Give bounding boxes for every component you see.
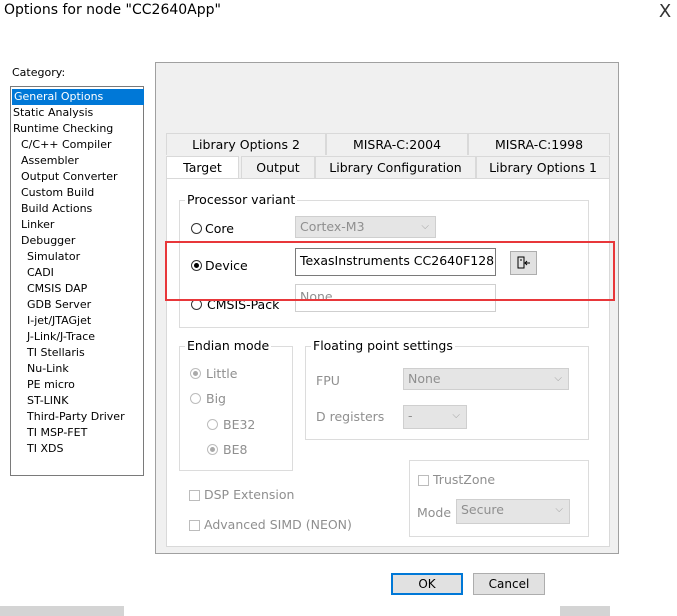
fpu-select-value: None: [408, 371, 441, 386]
category-item[interactable]: Assembler: [11, 153, 79, 169]
category-item[interactable]: Build Actions: [11, 201, 92, 217]
be8-label: BE8: [223, 442, 248, 457]
floating-point-label: Floating point settings: [311, 338, 455, 353]
background-strip: [560, 606, 610, 616]
category-list[interactable]: General Options Static Analysis Runtime Ch…: [10, 86, 144, 476]
be32-label: BE32: [223, 417, 256, 432]
tab-library-options-2[interactable]: Library Options 2: [166, 133, 326, 155]
dsp-extension-checkbox[interactable]: [189, 490, 200, 501]
category-item[interactable]: Static Analysis: [11, 105, 93, 121]
cancel-button[interactable]: Cancel: [473, 573, 545, 595]
category-item[interactable]: GDB Server: [11, 297, 91, 313]
category-item[interactable]: C/C++ Compiler: [11, 137, 112, 153]
category-label: Category:: [12, 66, 66, 79]
chevron-down-icon: ⌵: [555, 504, 563, 515]
tab-misra-c-1998[interactable]: MISRA-C:1998: [468, 133, 610, 155]
category-item[interactable]: TI Stellaris: [11, 345, 85, 361]
category-item[interactable]: Runtime Checking: [11, 121, 113, 137]
mode-label: Mode: [417, 505, 452, 520]
d-registers-label: D registers: [316, 409, 385, 424]
core-radio[interactable]: [191, 223, 202, 234]
category-item[interactable]: Custom Build: [11, 185, 94, 201]
category-item[interactable]: General Options: [12, 89, 144, 105]
category-item[interactable]: TI MSP-FET: [11, 425, 87, 441]
category-item[interactable]: CADI: [11, 265, 54, 281]
highlight-box: [165, 241, 615, 301]
little-radio[interactable]: [190, 368, 201, 379]
tab-library-options-1[interactable]: Library Options 1: [476, 156, 610, 178]
category-item[interactable]: TI XDS: [11, 441, 63, 457]
category-item[interactable]: J-Link/J-Trace: [11, 329, 95, 345]
close-icon[interactable]: X: [655, 0, 675, 24]
category-item[interactable]: Linker: [11, 217, 54, 233]
core-label: Core: [205, 221, 234, 236]
tab-output[interactable]: Output: [241, 156, 315, 178]
category-item[interactable]: Nu-Link: [11, 361, 69, 377]
ok-button[interactable]: OK: [391, 573, 463, 595]
trustzone-checkbox[interactable]: [418, 475, 429, 486]
mode-select-value: Secure: [461, 502, 504, 517]
category-item[interactable]: I-jet/JTAGjet: [11, 313, 91, 329]
category-item[interactable]: Debugger: [11, 233, 75, 249]
endian-mode-label: Endian mode: [185, 338, 272, 353]
background-strip: [0, 606, 124, 616]
d-registers-select[interactable]: - ⌵: [403, 405, 467, 429]
category-item[interactable]: Output Converter: [11, 169, 118, 185]
big-label: Big: [206, 391, 226, 406]
trustzone-label: TrustZone: [433, 472, 496, 487]
category-item[interactable]: PE micro: [11, 377, 75, 393]
core-select[interactable]: Cortex-M3 ⌵: [295, 216, 436, 238]
processor-variant-label: Processor variant: [185, 192, 298, 207]
core-select-value: Cortex-M3: [300, 219, 365, 234]
be32-radio[interactable]: [207, 419, 218, 430]
chevron-down-icon: ⌵: [421, 221, 429, 232]
d-registers-select-value: -: [408, 408, 413, 423]
category-item[interactable]: ST-LINK: [11, 393, 68, 409]
advanced-simd-label: Advanced SIMD (NEON): [204, 517, 352, 532]
category-item[interactable]: Simulator: [11, 249, 80, 265]
tab-library-configuration[interactable]: Library Configuration: [315, 156, 476, 178]
big-radio[interactable]: [190, 393, 201, 404]
window-title: Options for node "CC2640App": [4, 2, 221, 18]
category-item[interactable]: Third-Party Driver: [11, 409, 125, 425]
be8-radio[interactable]: [207, 444, 218, 455]
tab-misra-c-2004[interactable]: MISRA-C:2004: [326, 133, 468, 155]
category-item[interactable]: CMSIS DAP: [11, 281, 87, 297]
fpu-label: FPU: [316, 373, 340, 388]
little-label: Little: [206, 366, 238, 381]
advanced-simd-checkbox[interactable]: [189, 520, 200, 531]
mode-select[interactable]: Secure ⌵: [456, 499, 570, 524]
fpu-select[interactable]: None ⌵: [403, 368, 569, 390]
chevron-down-icon: ⌵: [452, 410, 460, 421]
tab-target[interactable]: Target: [166, 156, 239, 180]
chevron-down-icon: ⌵: [554, 373, 562, 384]
dsp-extension-label: DSP Extension: [204, 487, 295, 502]
